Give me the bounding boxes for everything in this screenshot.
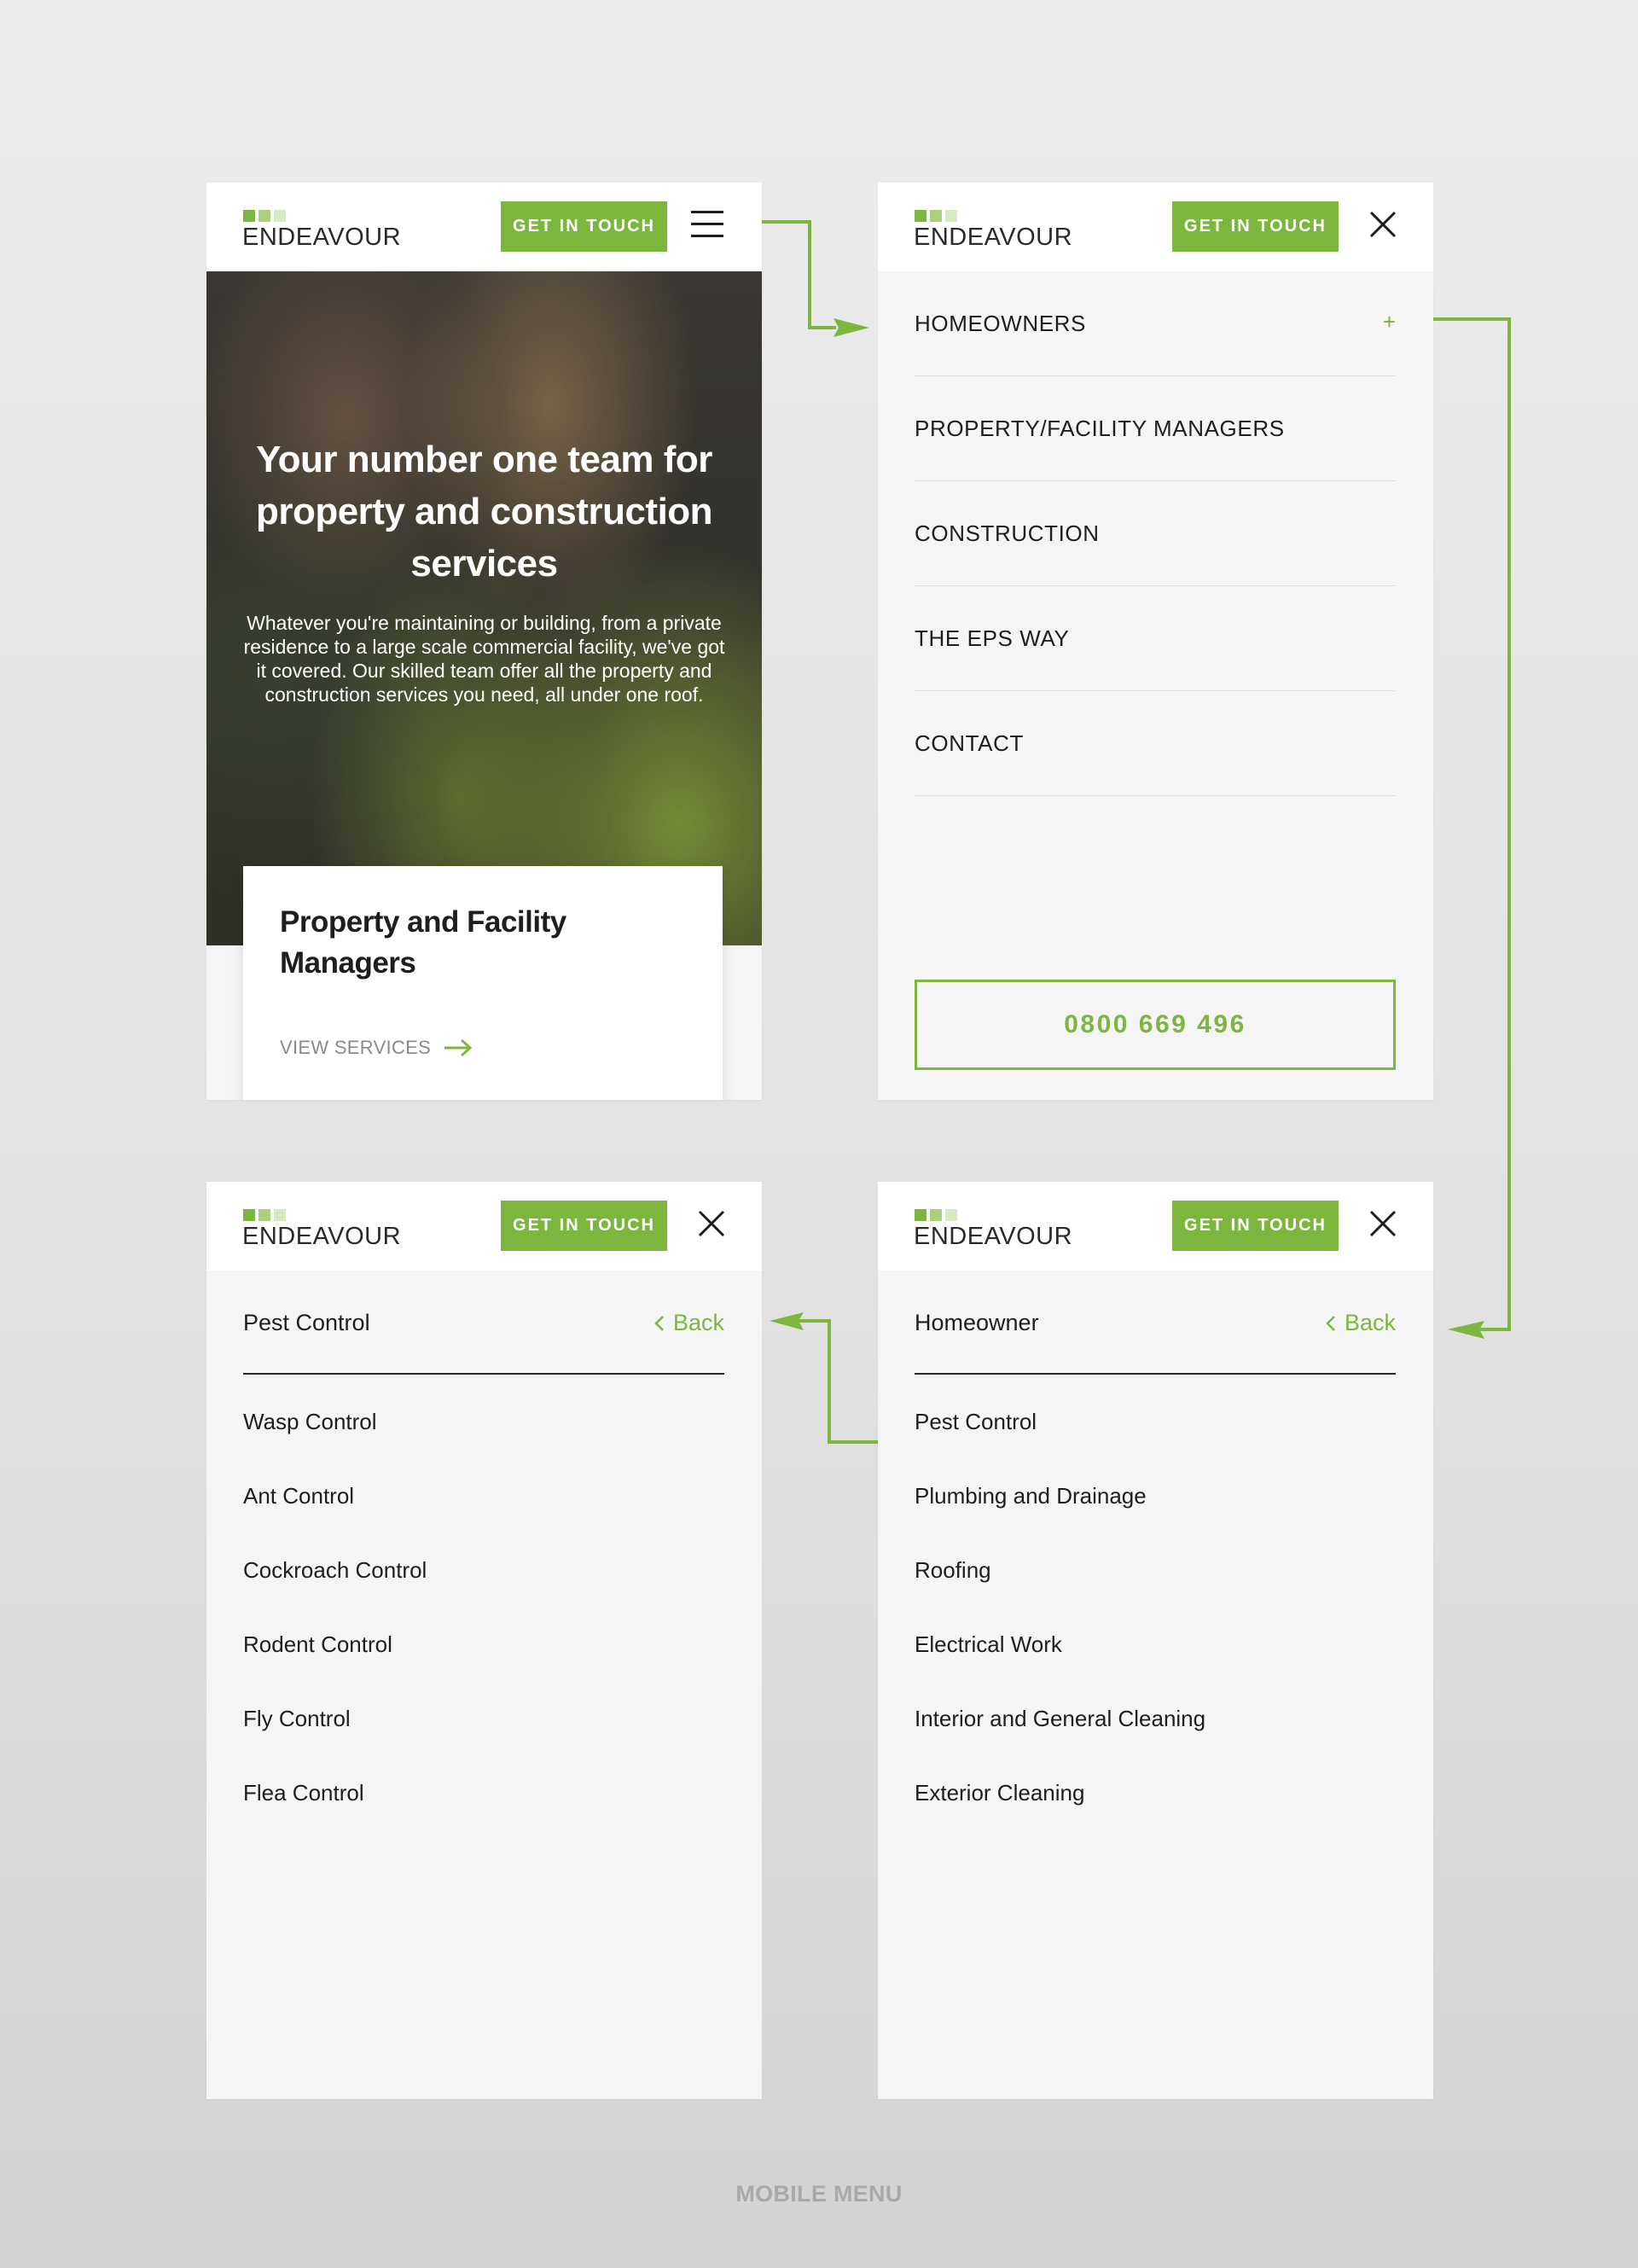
flow-arrow-homeowners xyxy=(1433,317,1511,1331)
flow-arrow-menu-open xyxy=(762,220,836,329)
page-caption: MOBILE MENU xyxy=(735,2181,903,2207)
flow-arrow-pest-control xyxy=(798,1319,878,1444)
arrowhead-icon xyxy=(1448,1321,1484,1339)
arrowhead-icon xyxy=(834,318,869,337)
arrowhead-icon xyxy=(770,1312,804,1330)
flow-arrows xyxy=(762,220,1511,1444)
